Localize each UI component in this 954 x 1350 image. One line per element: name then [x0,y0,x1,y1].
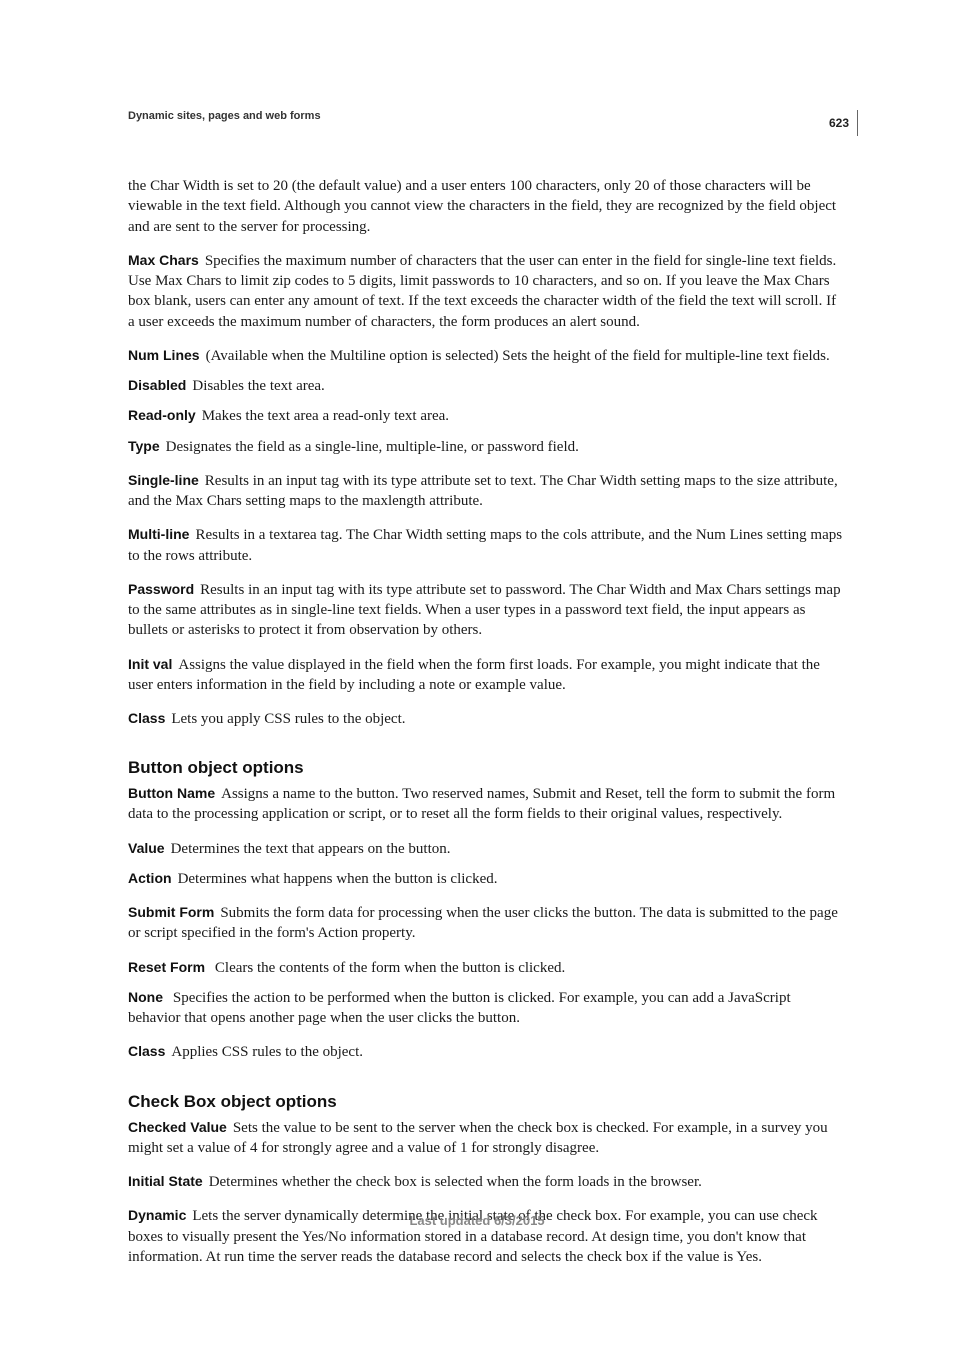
text-initial-state: Determines whether the check box is sele… [209,1174,702,1190]
term-class-1: Class [128,710,165,726]
def-class-2: Class Applies CSS rules to the object. [128,1042,844,1062]
text-button-name: Assigns a name to the button. Two reserv… [128,786,835,822]
page-number: 623 [829,116,857,130]
def-submit-form: Submit FormSubmits the form data for pro… [128,903,844,944]
text-class-1: Lets you apply CSS rules to the object. [171,711,405,727]
text-single-line: Results in an input tag with its type at… [128,473,838,509]
term-num-lines: Num Lines [128,347,200,363]
term-action: Action [128,870,172,886]
text-init-val: Assigns the value displayed in the field… [128,657,820,693]
text-class-2: Applies CSS rules to the object. [171,1044,363,1060]
term-class-2: Class [128,1043,165,1059]
term-none: None [128,989,167,1005]
text-checked-value: Sets the value to be sent to the server … [128,1120,828,1156]
def-num-lines: Num Lines (Available when the Multiline o… [128,346,844,366]
term-checked-value: Checked Value [128,1119,227,1135]
term-password: Password [128,581,194,597]
heading-button-options: Button object options [128,757,844,780]
term-submit-form: Submit Form [128,904,214,920]
def-initial-state: Initial State Determines whether the chec… [128,1172,844,1192]
term-multi-line: Multi-line [128,526,189,542]
document-page: 623 Dynamic sites, pages and web forms t… [0,0,954,1350]
def-max-chars: Max CharsSpecifies the maximum number of… [128,251,844,332]
text-submit-form: Submits the form data for processing whe… [128,905,838,941]
intro-paragraph: the Char Width is set to 20 (the default… [128,176,844,237]
term-initial-state: Initial State [128,1173,203,1189]
term-button-name: Button Name [128,785,215,801]
text-read-only: Makes the text area a read-only text are… [202,408,449,424]
def-single-line: Single-lineResults in an input tag with … [128,471,844,512]
def-type: Type Designates the field as a single-lin… [128,437,844,457]
def-class-1: Class Lets you apply CSS rules to the obj… [128,709,844,729]
term-type: Type [128,438,160,454]
term-init-val: Init val [128,656,172,672]
def-action: Action Determines what happens when the b… [128,869,844,889]
text-none: Specifies the action to be performed whe… [128,990,791,1026]
text-action: Determines what happens when the button … [178,871,498,887]
def-checked-value: Checked ValueSets the value to be sent t… [128,1118,844,1159]
page-number-ornament: 623 [829,110,858,136]
def-button-name: Button NameAssigns a name to the button.… [128,784,844,825]
term-disabled: Disabled [128,377,186,393]
text-disabled: Disables the text area. [192,378,324,394]
text-num-lines: (Available when the Multiline option is … [206,348,830,364]
def-none: None Specifies the action to be performe… [128,988,844,1029]
term-max-chars: Max Chars [128,252,199,268]
term-reset-form: Reset Form [128,959,209,975]
def-disabled: Disabled Disables the text area. [128,376,844,396]
text-max-chars: Specifies the maximum number of characte… [128,253,836,330]
def-value: Value Determines the text that appears on… [128,839,844,859]
text-reset-form: Clears the contents of the form when the… [215,960,565,976]
text-type: Designates the field as a single-line, m… [166,439,579,455]
term-value: Value [128,840,165,856]
text-password: Results in an input tag with its type at… [128,582,841,639]
def-password: PasswordResults in an input tag with its… [128,580,844,641]
def-read-only: Read-only Makes the text area a read-only… [128,406,844,426]
running-header: Dynamic sites, pages and web forms [128,110,844,122]
page-number-rule [857,110,858,136]
def-reset-form: Reset Form Clears the contents of the fo… [128,958,844,978]
def-init-val: Init valAssigns the value displayed in t… [128,655,844,696]
term-single-line: Single-line [128,472,199,488]
body-text: the Char Width is set to 20 (the default… [128,176,844,1267]
footer-last-updated: Last updated 6/3/2015 [0,1213,954,1228]
heading-checkbox-options: Check Box object options [128,1091,844,1114]
text-multi-line: Results in a textarea tag. The Char Widt… [128,527,842,563]
text-value: Determines the text that appears on the … [171,841,451,857]
def-multi-line: Multi-lineResults in a textarea tag. The… [128,525,844,566]
term-read-only: Read-only [128,407,196,423]
